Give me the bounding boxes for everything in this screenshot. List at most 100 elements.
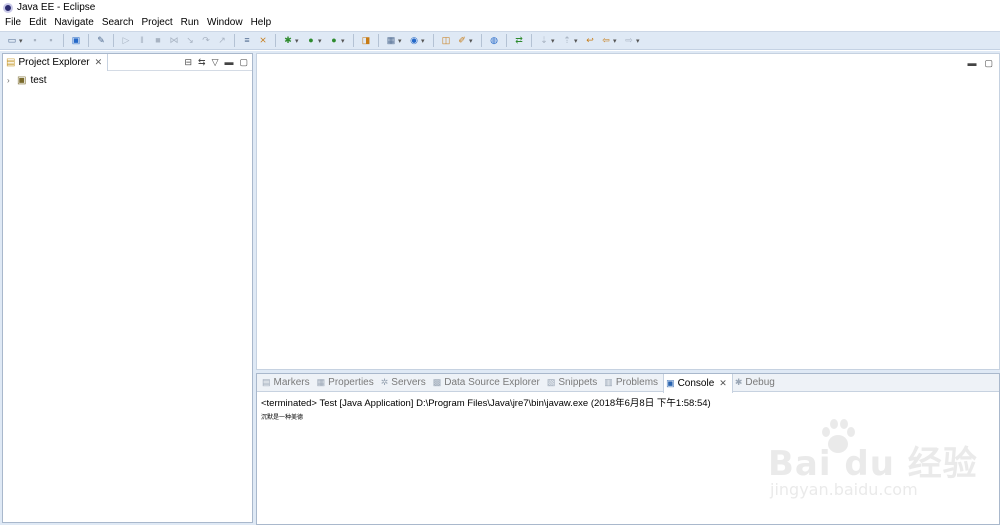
new-java-project-icon[interactable]: ◨: [360, 35, 372, 47]
tab-snippets[interactable]: ▧ Snippets: [545, 374, 602, 392]
next-annotation-icon[interactable]: ⇣: [538, 35, 550, 47]
forward-icon[interactable]: ⇨: [623, 35, 635, 47]
tab-project-explorer[interactable]: ▤ Project Explorer ✕: [3, 53, 109, 71]
tab-properties[interactable]: ▦ Properties: [315, 374, 379, 392]
collapse-all-icon[interactable]: ⊟: [184, 57, 192, 68]
bottom-tabstrip: ▤ Markers ▦ Properties ✲ Servers ▩ Data …: [257, 373, 999, 393]
toggle-comment-icon[interactable]: ≡: [241, 35, 253, 47]
project-explorer-header: ▤ Project Explorer ✕ ⊟ ⇆ ▽ ▬ ▢: [3, 53, 252, 71]
eclipse-logo-icon: [3, 2, 13, 13]
expand-arrow-icon[interactable]: ›: [7, 76, 17, 85]
toolbar-separator: [88, 34, 89, 47]
previous-annotation-icon[interactable]: ⇡: [561, 35, 573, 47]
view-menu-icon[interactable]: ▽: [212, 57, 219, 68]
link-with-editor-icon[interactable]: ⇆: [198, 57, 206, 68]
editor-area[interactable]: ▬ ▢: [256, 53, 1000, 370]
run-icon[interactable]: ●: [305, 35, 317, 47]
snippets-icon: ▧: [546, 377, 556, 387]
external-tools-icon[interactable]: ●: [328, 35, 340, 47]
tab-label: Debug: [745, 377, 775, 388]
new-package-icon[interactable]: ▦: [385, 35, 397, 47]
search-dropdown-icon[interactable]: ▾: [469, 37, 475, 45]
search-icon[interactable]: ✐: [456, 35, 468, 47]
new-class-icon[interactable]: ◉: [408, 35, 420, 47]
tab-console[interactable]: ▣ Console ✕: [663, 373, 733, 393]
back-icon[interactable]: ⇦: [600, 35, 612, 47]
data-source-icon: ▩: [432, 377, 442, 387]
maximize-icon[interactable]: ▢: [239, 57, 248, 68]
debug-icon: ✱: [734, 377, 743, 387]
minimize-icon[interactable]: ▬: [967, 58, 976, 69]
maximize-icon[interactable]: ▢: [984, 58, 993, 69]
toolbar-separator: [506, 34, 507, 47]
menu-help[interactable]: Help: [251, 17, 272, 28]
save-icon[interactable]: ▪: [29, 35, 41, 47]
console-icon: ▣: [666, 377, 675, 388]
menu-edit[interactable]: Edit: [29, 17, 46, 28]
new-icon[interactable]: ▭: [6, 35, 18, 47]
markers-icon: ▤: [262, 377, 271, 387]
menu-project[interactable]: Project: [142, 17, 173, 28]
window-title: Java EE - Eclipse: [17, 2, 96, 13]
close-icon[interactable]: ✕: [95, 57, 103, 68]
editor-tools: ▬ ▢: [959, 58, 993, 69]
menu-run[interactable]: Run: [181, 17, 199, 28]
pin-icon[interactable]: ✎: [95, 35, 107, 47]
tab-label: Markers: [273, 377, 310, 388]
project-tree: › ▣ test: [3, 71, 252, 89]
last-edit-icon[interactable]: ↩: [584, 35, 596, 47]
synchronize-icon[interactable]: ⇄: [513, 35, 525, 47]
menu-navigate[interactable]: Navigate: [54, 17, 93, 28]
minimize-icon[interactable]: ▬: [224, 57, 233, 67]
skip-breakpoints-icon[interactable]: ⨯: [257, 35, 269, 47]
tab-servers[interactable]: ✲ Servers: [379, 374, 431, 392]
open-type-icon[interactable]: ◫: [440, 35, 452, 47]
project-explorer-tab-label: Project Explorer: [18, 56, 90, 68]
previous-annotation-dropdown-icon[interactable]: ▾: [574, 37, 580, 45]
main-toolbar: ▭ ▾ ▪ ▪ ▣ ✎ ▷ ‖ ■ ⋈ ↘ ↷ ↗ ≡ ⨯ ✱ ▾ ● ▾ ● …: [0, 31, 1000, 50]
toolbar-separator: [234, 34, 235, 47]
toolbar-separator: [433, 34, 434, 47]
title-bar: Java EE - Eclipse: [0, 0, 1000, 15]
watermark-brand: Bai du 经验: [768, 444, 978, 484]
tab-label: Problems: [615, 377, 659, 388]
new-dropdown-icon[interactable]: ▾: [19, 37, 25, 45]
suspend-icon[interactable]: ‖: [136, 35, 148, 47]
menu-bar: File Edit Navigate Search Project Run Wi…: [0, 15, 1000, 30]
step-over-icon[interactable]: ↷: [200, 35, 212, 47]
menu-file[interactable]: File: [5, 17, 21, 28]
save-all-icon[interactable]: ▪: [45, 35, 57, 47]
close-icon[interactable]: ✕: [719, 378, 727, 389]
open-task-icon[interactable]: ▣: [70, 35, 82, 47]
project-folder-icon: ▣: [17, 74, 27, 86]
tab-problems[interactable]: ▥ Problems: [602, 374, 663, 392]
tree-item-test[interactable]: › ▣ test: [7, 73, 248, 87]
disconnect-icon[interactable]: ⋈: [168, 35, 180, 47]
tab-label: Snippets: [558, 377, 598, 388]
external-tools-dropdown-icon[interactable]: ▾: [341, 37, 347, 45]
next-annotation-dropdown-icon[interactable]: ▾: [551, 37, 557, 45]
tab-data-source-explorer[interactable]: ▩ Data Source Explorer: [431, 374, 545, 392]
toolbar-separator: [113, 34, 114, 47]
new-class-dropdown-icon[interactable]: ▾: [421, 37, 427, 45]
terminate-icon[interactable]: ■: [152, 35, 164, 47]
debug-icon[interactable]: ✱: [282, 35, 294, 47]
toolbar-separator: [481, 34, 482, 47]
debug-dropdown-icon[interactable]: ▾: [295, 37, 301, 45]
new-package-dropdown-icon[interactable]: ▾: [398, 37, 404, 45]
run-dropdown-icon[interactable]: ▾: [318, 37, 324, 45]
step-into-icon[interactable]: ↘: [184, 35, 196, 47]
menu-search[interactable]: Search: [102, 17, 134, 28]
tree-item-label: test: [30, 74, 47, 86]
step-return-icon[interactable]: ↗: [216, 35, 228, 47]
tab-debug[interactable]: ✱ Debug: [733, 374, 780, 392]
toolbar-separator: [531, 34, 532, 47]
resume-icon[interactable]: ▷: [120, 35, 132, 47]
web-browser-icon[interactable]: ◍: [488, 35, 500, 47]
tab-label: Data Source Explorer: [444, 377, 540, 388]
tab-markers[interactable]: ▤ Markers: [260, 374, 315, 392]
menu-window[interactable]: Window: [207, 17, 243, 28]
forward-dropdown-icon[interactable]: ▾: [636, 37, 642, 45]
back-dropdown-icon[interactable]: ▾: [613, 37, 619, 45]
watermark-url: jingyan.baidu.com: [770, 480, 918, 499]
